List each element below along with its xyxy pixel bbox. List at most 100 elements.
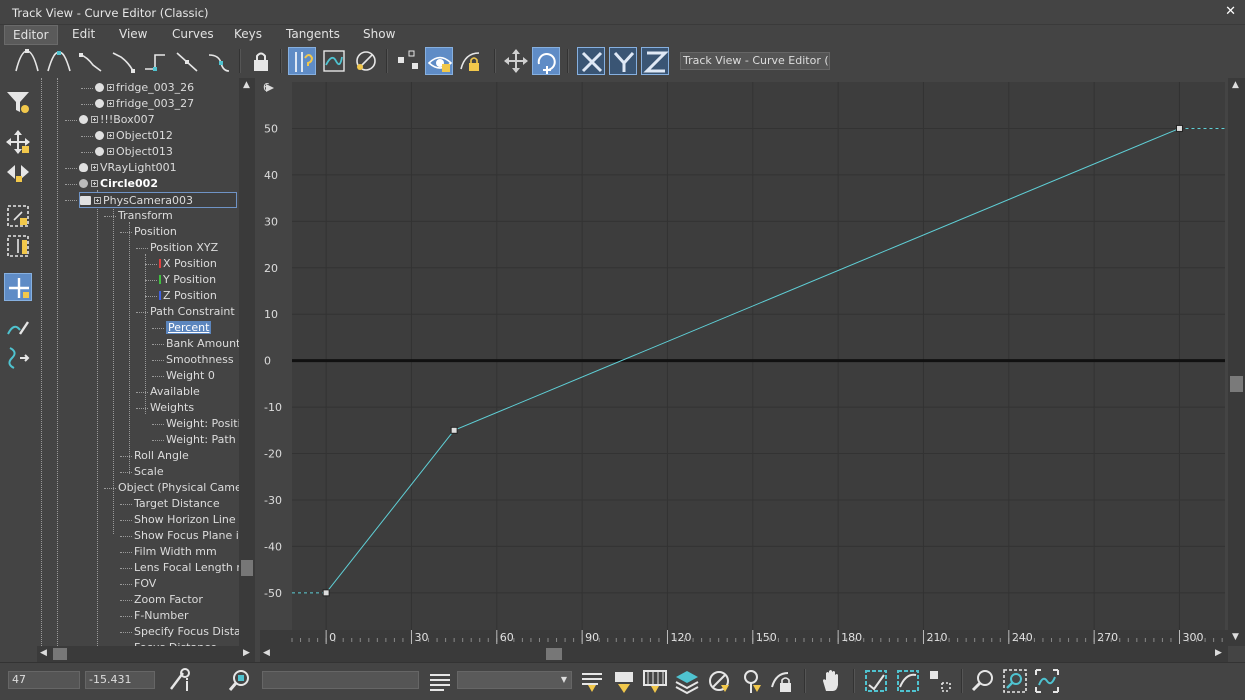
move-keys-tool-icon[interactable] — [4, 128, 32, 156]
pan-hand-icon[interactable] — [818, 667, 846, 695]
tree-item[interactable]: Y Position — [159, 272, 216, 288]
tree-item[interactable]: FOV — [134, 576, 156, 592]
tree-item[interactable]: Weights — [150, 400, 194, 416]
tree-item[interactable]: Z Position — [159, 288, 217, 304]
fast-tangent-icon[interactable] — [77, 47, 105, 75]
tree-item[interactable]: !!!Box007 — [79, 112, 155, 128]
linear-tangent-icon[interactable] — [173, 47, 201, 75]
reduce-keys-icon[interactable] — [4, 344, 32, 372]
zoom-icon[interactable] — [969, 667, 997, 695]
curve-plot[interactable]: 50403020100-10-20-30-40-5060306090120150… — [260, 78, 1228, 646]
list-icon[interactable] — [426, 667, 454, 695]
expand-icon[interactable] — [107, 84, 114, 91]
frame-horizontal-icon[interactable] — [862, 667, 890, 695]
expand-icon[interactable] — [107, 132, 114, 139]
tree-vertical-scrollbar[interactable]: ▲ — [239, 78, 255, 646]
menu-show[interactable]: Show — [355, 25, 403, 45]
select-by-name-field[interactable] — [262, 671, 419, 689]
pin-key-icon[interactable] — [737, 667, 765, 695]
expand-icon[interactable] — [107, 100, 114, 107]
spline-tangent-icon[interactable] — [45, 47, 73, 75]
tree-item[interactable]: F-Number — [134, 608, 188, 624]
tree-item[interactable]: Object012 — [95, 128, 173, 144]
filmstrip-icon[interactable] — [641, 667, 669, 695]
tree-item[interactable]: Weight: Position — [166, 416, 239, 432]
curve-graph[interactable]: 50403020100-10-20-30-40-5060306090120150… — [260, 78, 1228, 646]
filter-icon[interactable] — [4, 88, 32, 116]
key-filter-icon[interactable] — [610, 667, 638, 695]
scale-values-icon[interactable] — [4, 232, 32, 260]
tree-item[interactable]: Object (Physical Camera) — [118, 480, 239, 496]
menu-curves[interactable]: Curves — [164, 25, 222, 45]
tree-item[interactable]: Zoom Factor — [134, 592, 203, 608]
tree-item[interactable]: Specify Focus Distanc — [134, 624, 239, 640]
tree-item[interactable]: Smoothness — [166, 352, 234, 368]
tree-horizontal-scrollbar[interactable]: ◀ ▶ — [37, 646, 255, 662]
scale-keys-icon[interactable] — [4, 202, 32, 230]
key-point[interactable] — [450, 426, 458, 434]
show-keyable-icon[interactable] — [320, 47, 348, 75]
draw-curves-icon[interactable] — [4, 314, 32, 342]
tree-item[interactable]: Path Constraint — [150, 304, 235, 320]
tree-item[interactable]: fridge_003_26 — [95, 80, 194, 96]
tree-item[interactable]: Circle002 — [79, 176, 158, 192]
collapse-icon[interactable] — [94, 197, 101, 204]
smooth-tangent-icon[interactable] — [205, 47, 233, 75]
track-view-name-field[interactable]: Track View - Curve Editor (Classic) — [680, 52, 830, 70]
graph-horizontal-scrollbar[interactable]: ◀ ▶ — [260, 646, 1228, 662]
show-tangents-icon[interactable] — [425, 47, 453, 75]
tree-item[interactable]: fridge_003_27 — [95, 96, 194, 112]
tree-item[interactable]: Bank Amount — [166, 336, 239, 352]
move-keys-icon[interactable] — [502, 47, 530, 75]
filter-lines-icon[interactable] — [578, 667, 606, 695]
lock-tangents-icon[interactable] — [457, 47, 485, 75]
step-tangent-icon[interactable] — [141, 47, 169, 75]
tree-item[interactable]: Position — [134, 224, 177, 240]
tree-item[interactable]: PhysCamera003 — [79, 192, 237, 208]
tree-item[interactable]: Target Distance — [134, 496, 220, 512]
lock-selection-icon[interactable] — [247, 47, 275, 75]
add-keys-icon[interactable] — [4, 273, 32, 301]
zoom-extents-icon[interactable] — [926, 667, 954, 695]
selection-set-dropdown[interactable]: ▼ — [457, 671, 572, 689]
lock-key-icon[interactable] — [768, 667, 796, 695]
tree-item[interactable]: Roll Angle — [134, 448, 189, 464]
slow-tangent-icon[interactable] — [109, 47, 137, 75]
tree-item[interactable]: VRayLight001 — [79, 160, 177, 176]
snap-frames-icon[interactable] — [288, 47, 316, 75]
expand-icon[interactable] — [91, 116, 98, 123]
tree-item[interactable]: Available — [150, 384, 200, 400]
frame-field[interactable]: 47 — [8, 671, 80, 689]
menu-editor[interactable]: Editor — [4, 25, 58, 45]
show-all-tangents-icon[interactable] — [352, 47, 380, 75]
key-point[interactable] — [322, 589, 330, 597]
tree-item[interactable]: Show Focus Plane in Q — [134, 528, 239, 544]
y-axis-filter-icon[interactable] — [609, 47, 637, 75]
tree-item[interactable]: Transform — [118, 208, 173, 224]
key-stats-icon[interactable] — [167, 667, 195, 695]
slide-keys-icon[interactable] — [4, 158, 32, 186]
frame-value-icon[interactable] — [894, 667, 922, 695]
tree-item[interactable]: Lens Focal Length mm — [134, 560, 239, 576]
menu-view[interactable]: View — [111, 25, 155, 45]
tree-item[interactable]: Weight: Path C — [166, 432, 239, 448]
expand-icon[interactable] — [91, 164, 98, 171]
tree-item[interactable]: Show Horizon Line — [134, 512, 236, 528]
z-axis-filter-icon[interactable] — [641, 47, 669, 75]
zoom-selected-object-icon[interactable] — [226, 667, 254, 695]
tree-item[interactable]: Object013 — [95, 144, 173, 160]
isolate-icon[interactable] — [394, 47, 422, 75]
tree-item[interactable]: Percent — [166, 320, 212, 336]
close-icon[interactable]: ✕ — [1225, 4, 1236, 19]
tree-item[interactable]: Scale — [134, 464, 164, 480]
menu-keys[interactable]: Keys — [226, 25, 270, 45]
expand-icon[interactable] — [107, 148, 114, 155]
tree-item[interactable]: Weight 0 — [166, 368, 215, 384]
tree-item[interactable]: Film Width mm — [134, 544, 217, 560]
x-axis-filter-icon[interactable] — [577, 47, 605, 75]
menu-edit[interactable]: Edit — [64, 25, 103, 45]
zoom-region-icon[interactable] — [1001, 667, 1029, 695]
tree-item[interactable]: X Position — [159, 256, 217, 272]
menu-tangents[interactable]: Tangents — [278, 25, 348, 45]
key-point[interactable] — [1175, 124, 1183, 132]
